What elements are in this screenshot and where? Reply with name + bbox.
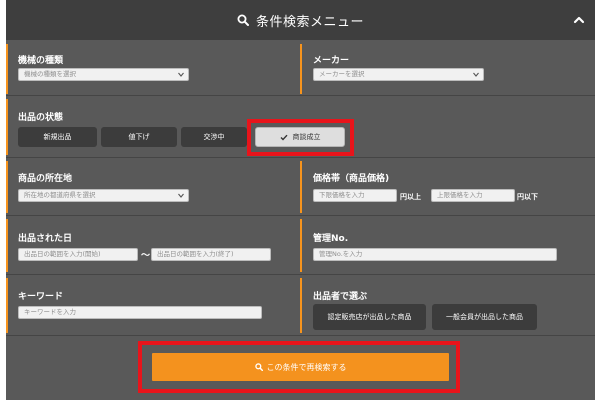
listed-date-to-input[interactable]: 出品日の範囲を入力(終了) <box>151 248 271 261</box>
management-no-input[interactable]: 管理No.を入力 <box>313 248 557 261</box>
section-accent <box>6 278 8 333</box>
location-select[interactable]: 所在地の都道府県を選択 <box>18 189 189 202</box>
maker-select-value: メーカーを選択 <box>319 70 365 78</box>
header-title: 条件検索メニュー <box>255 14 364 30</box>
seller-chip-general-member[interactable]: 一般会員が出品した商品 <box>432 304 537 330</box>
section-accent <box>300 161 302 213</box>
section-accent <box>300 219 302 272</box>
keyword-input[interactable]: キーワードを入力 <box>18 306 262 319</box>
machine-type-select[interactable]: 機械の種類を選択 <box>18 68 189 81</box>
maker-label: メーカー <box>313 56 350 66</box>
machine-type-select-value: 機械の種類を選択 <box>24 70 76 78</box>
location-select-value: 所在地の都道府県を選択 <box>24 191 96 199</box>
chevron-down-icon <box>473 72 479 77</box>
section-accent <box>300 44 302 94</box>
section-accent <box>6 161 8 213</box>
maker-select[interactable]: メーカーを選択 <box>313 68 484 81</box>
price-max-input[interactable]: 上限価格を入力 <box>431 189 515 202</box>
status-chip-negotiating[interactable]: 交渉中 <box>181 127 247 147</box>
search-icon <box>237 14 249 26</box>
listed-date-label: 出品された日 <box>18 234 73 244</box>
header-title-group: 条件検索メニュー <box>237 11 364 30</box>
machine-type-label: 機械の種類 <box>18 56 64 66</box>
section-accent <box>6 44 8 94</box>
status-chip-new[interactable]: 新規出品 <box>18 127 97 147</box>
section-accent <box>6 219 8 272</box>
seller-label: 出品者で選ぶ <box>313 292 368 302</box>
highlight-box-search <box>138 341 460 393</box>
price-max-unit: 円以下 <box>517 193 538 201</box>
price-range-label: 価格帯（商品価格) <box>313 174 390 184</box>
status-chip-price-down[interactable]: 値下げ <box>101 127 177 147</box>
row-divider <box>6 274 595 275</box>
seller-chip-certified-dealer[interactable]: 認定販売店が出品した商品 <box>313 304 426 330</box>
listed-date-from-input[interactable]: 出品日の範囲を入力(開始) <box>18 248 138 261</box>
chevron-up-icon[interactable] <box>573 15 585 25</box>
location-label: 商品の所在地 <box>18 174 73 184</box>
price-min-input[interactable]: 下限価格を入力 <box>313 189 397 202</box>
row-divider <box>6 157 595 158</box>
row-divider <box>6 95 595 96</box>
section-accent <box>300 278 302 333</box>
listing-status-label: 出品の状態 <box>18 113 64 123</box>
row-divider <box>6 215 595 216</box>
highlight-box-status <box>247 119 354 156</box>
chevron-down-icon <box>178 72 184 77</box>
chevron-down-icon <box>178 193 184 198</box>
price-min-unit: 円以上 <box>400 193 421 201</box>
search-menu-header[interactable]: 条件検索メニュー <box>6 0 595 40</box>
date-range-separator: 〜 <box>141 251 151 261</box>
search-panel: 条件検索メニュー 機械の種類 機械の種類を選択 メーカー メーカーを選択 出品の… <box>6 0 595 400</box>
row-divider <box>6 335 595 336</box>
keyword-label: キーワード <box>18 292 64 302</box>
management-no-label: 管理No. <box>313 234 349 244</box>
section-accent <box>6 99 8 155</box>
